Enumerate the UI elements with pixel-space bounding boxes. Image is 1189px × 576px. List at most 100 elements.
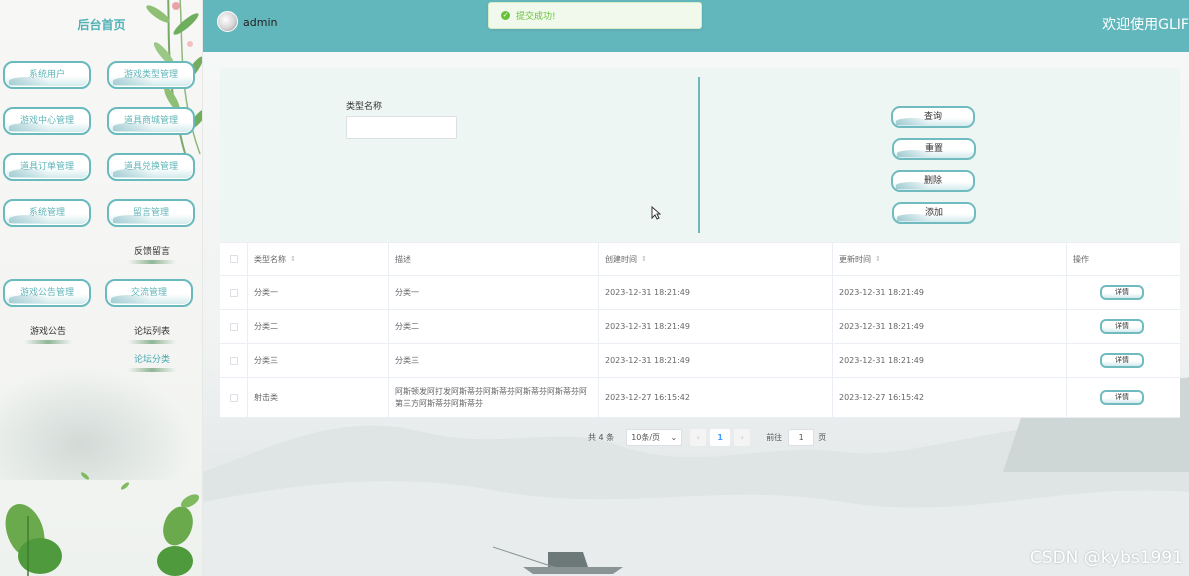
submenu-forum-category[interactable]: 论坛分类: [112, 352, 192, 372]
table-row: 分类一 分类一 2023-12-31 18:21:49 2023-12-31 1…: [220, 276, 1180, 310]
header-type-name[interactable]: 类型名称 ⇕: [248, 243, 389, 275]
next-page-button[interactable]: ›: [734, 428, 751, 446]
detail-button[interactable]: 详情: [1100, 390, 1144, 405]
menu-item-order-management[interactable]: 道具订单管理: [3, 153, 91, 181]
query-button[interactable]: 查询: [891, 106, 975, 128]
search-panel: 类型名称 查询 重置 删除 添加: [220, 68, 1180, 242]
delete-button[interactable]: 删除: [891, 170, 975, 192]
menu-exchange-management[interactable]: 交流管理: [105, 279, 193, 307]
header-created-time[interactable]: 创建时间 ⇕: [599, 243, 833, 275]
vertical-divider: [698, 77, 700, 233]
select-all-checkbox[interactable]: [229, 255, 238, 263]
table-header-row: 类型名称 ⇕ 描述 创建时间 ⇕ 更新时间 ⇕ 操作: [220, 243, 1180, 276]
header-updated-time-label: 更新时间: [839, 254, 871, 264]
detail-button[interactable]: 详情: [1100, 285, 1144, 300]
cell-type-name: 分类二: [248, 310, 389, 343]
check-circle-icon: ✓: [501, 11, 510, 20]
table-row: 射击类 阿斯顿发阿打发阿斯蒂芬阿斯蒂芬阿斯蒂芬阿斯蒂芬阿第三方阿斯蒂芬阿斯蒂芬 …: [220, 378, 1180, 418]
brush-stroke-decoration: [24, 340, 72, 344]
cell-actions: 详情: [1067, 310, 1180, 343]
submenu-game-notice[interactable]: 游戏公告: [8, 324, 88, 344]
cell-created-time: 2023-12-31 18:21:49: [599, 276, 833, 309]
menu-game-notice-management[interactable]: 游戏公告管理: [3, 279, 91, 307]
header-actions-label: 操作: [1073, 254, 1089, 264]
cell-updated-time: 2023-12-31 18:21:49: [833, 344, 1067, 377]
cell-created-time: 2023-12-27 16:15:42: [599, 378, 833, 417]
cell-actions: 详情: [1067, 276, 1180, 309]
page-size-select[interactable]: 10条/页 ⌄: [626, 428, 683, 446]
row-checkbox[interactable]: [229, 393, 238, 402]
brush-stroke-decoration: [128, 260, 176, 264]
csdn-watermark: CSDN @kybs1991: [1029, 548, 1183, 568]
cell-updated-time: 2023-12-31 18:21:49: [833, 310, 1067, 343]
cell-created-time: 2023-12-31 18:21:49: [599, 310, 833, 343]
data-table: 类型名称 ⇕ 描述 创建时间 ⇕ 更新时间 ⇕ 操作 分类一 分类一 2023-12-…: [220, 242, 1180, 418]
row-select-cell: [220, 344, 248, 377]
sort-icon[interactable]: ⇕: [290, 255, 296, 263]
cell-description: 阿斯顿发阿打发阿斯蒂芬阿斯蒂芬阿斯蒂芬阿斯蒂芬阿第三方阿斯蒂芬阿斯蒂芬: [389, 378, 599, 417]
submenu-forum-list-label: 论坛列表: [133, 327, 170, 337]
table-row: 分类二 分类二 2023-12-31 18:21:49 2023-12-31 1…: [220, 310, 1180, 344]
sort-icon[interactable]: ⇕: [641, 255, 647, 263]
cell-actions: 详情: [1067, 344, 1180, 377]
submenu-forum-category-label: 论坛分类: [133, 355, 170, 365]
detail-button[interactable]: 详情: [1100, 353, 1144, 368]
detail-button[interactable]: 详情: [1100, 319, 1144, 334]
cell-description-text: 阿斯顿发阿打发阿斯蒂芬阿斯蒂芬阿斯蒂芬阿斯蒂芬阿第三方阿斯蒂芬阿斯蒂芬: [395, 386, 587, 408]
type-name-input[interactable]: [346, 116, 457, 139]
cell-description: 分类二: [389, 310, 599, 343]
menu-item-shop-management[interactable]: 道具商城管理: [107, 107, 195, 135]
submenu-feedback[interactable]: 反馈留言: [112, 244, 192, 264]
table-row: 分类三 分类三 2023-12-31 18:21:49 2023-12-31 1…: [220, 344, 1180, 378]
menu-system-management[interactable]: 系统管理: [3, 199, 91, 227]
row-select-cell: [220, 310, 248, 343]
cell-updated-time: 2023-12-27 16:15:42: [833, 378, 1067, 417]
cell-description: 分类一: [389, 276, 599, 309]
cell-type-name: 分类一: [248, 276, 389, 309]
page-size-value: 10条/页: [631, 432, 661, 442]
submenu-forum-list[interactable]: 论坛列表: [112, 324, 192, 344]
avatar[interactable]: [217, 11, 238, 32]
lotus-leaves-decoration-icon: [5, 472, 200, 576]
pagination: 共 4 条 10条/页 ⌄ ‹ 1 › 前往 1 页: [588, 428, 826, 446]
cell-updated-time: 2023-12-31 18:21:49: [833, 276, 1067, 309]
row-checkbox[interactable]: [229, 322, 238, 331]
brush-stroke-decoration: [128, 340, 176, 344]
sidebar: 后台首页 系统用户 游戏类型管理 游戏中心管理 道具商城管理 道具订单管理 道具…: [0, 0, 203, 576]
menu-item-exchange-management[interactable]: 道具兑换管理: [107, 153, 195, 181]
add-button[interactable]: 添加: [892, 202, 976, 224]
toast-message: 提交成功!: [516, 12, 556, 22]
header-description-label: 描述: [395, 254, 411, 264]
submenu-game-notice-label: 游戏公告: [29, 327, 66, 337]
mouse-cursor-icon: [651, 206, 661, 220]
username: admin: [243, 16, 278, 29]
sort-icon[interactable]: ⇕: [875, 255, 881, 263]
row-select-cell: [220, 378, 248, 417]
row-checkbox[interactable]: [229, 288, 238, 297]
menu-game-type-management[interactable]: 游戏类型管理: [107, 61, 195, 89]
cell-actions: 详情: [1067, 378, 1180, 417]
type-name-label: 类型名称: [346, 102, 383, 112]
header-description: 描述: [389, 243, 599, 275]
cell-description: 分类三: [389, 344, 599, 377]
header-updated-time[interactable]: 更新时间 ⇕: [833, 243, 1067, 275]
cell-type-name: 分类三: [248, 344, 389, 377]
header-actions: 操作: [1067, 243, 1180, 275]
reset-button[interactable]: 重置: [892, 138, 976, 160]
page-number-1[interactable]: 1: [710, 428, 731, 446]
cell-type-name: 射击类: [248, 378, 389, 417]
chevron-down-icon: ⌄: [670, 432, 678, 442]
row-select-cell: [220, 276, 248, 309]
prev-page-button[interactable]: ‹: [690, 428, 707, 446]
menu-system-users[interactable]: 系统用户: [3, 61, 91, 89]
submenu-feedback-label: 反馈留言: [133, 247, 170, 257]
menu-game-center-management[interactable]: 游戏中心管理: [3, 107, 91, 135]
sidebar-title[interactable]: 后台首页: [0, 16, 202, 33]
row-checkbox[interactable]: [229, 356, 238, 365]
pagination-total: 共 4 条: [588, 432, 615, 442]
page-unit-label: 页: [818, 432, 827, 442]
menu-message-management[interactable]: 留言管理: [107, 199, 195, 227]
welcome-text: 欢迎使用GLIF: [1102, 17, 1189, 33]
brush-stroke-decoration: [128, 368, 176, 372]
goto-page-input[interactable]: 1: [788, 428, 815, 446]
